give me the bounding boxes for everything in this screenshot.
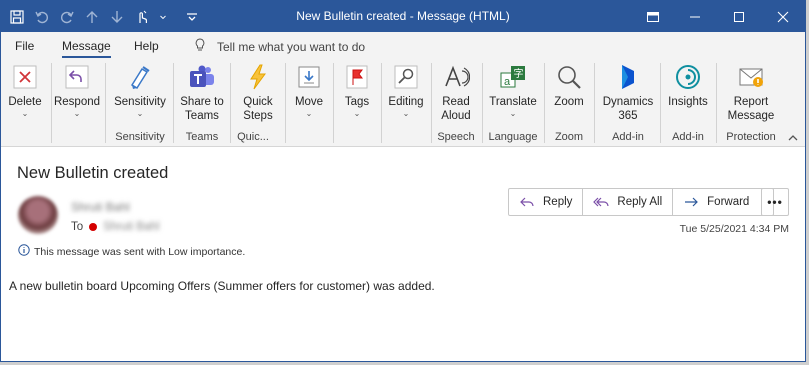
move-button[interactable]: Move ⌄ (291, 61, 327, 127)
chevron-down-icon: ⌄ (353, 109, 361, 118)
maximize-icon[interactable] (717, 1, 761, 32)
ribbon-separator (381, 63, 382, 143)
report-message-button[interactable]: Report Message (721, 61, 781, 127)
chevron-down-icon: ⌄ (305, 109, 313, 118)
find-icon (390, 61, 422, 93)
group-label-zoom: Zoom (554, 131, 584, 143)
tab-message[interactable]: Message (62, 39, 111, 58)
forward-icon (685, 197, 699, 207)
importance-notice: This message was sent with Low importanc… (18, 244, 245, 259)
svg-text:a: a (504, 76, 511, 88)
avatar[interactable] (18, 196, 58, 234)
chevron-down-icon: ⌄ (402, 109, 410, 118)
group-label-add-in-2: Add-in (672, 131, 704, 143)
translate-icon: a字 (497, 61, 529, 93)
ribbon-separator (285, 63, 286, 143)
quick-steps-button[interactable]: Quick Steps (235, 61, 281, 127)
message-body: A new bulletin board Upcoming Offers (Su… (9, 279, 435, 293)
delete-button[interactable]: Delete ⌄ (5, 61, 45, 127)
sensitivity-pen-icon (124, 61, 156, 93)
ribbon-separator (431, 63, 432, 143)
editing-button[interactable]: Editing ⌄ (386, 61, 426, 127)
more-actions-button[interactable]: ••• (761, 188, 789, 216)
chevron-down-icon: ⌄ (73, 109, 81, 118)
ribbon-separator (105, 63, 106, 143)
group-label-language: Language (488, 131, 538, 143)
dynamics-365-button[interactable]: Dynamics 365 (599, 61, 657, 127)
ribbon-separator (333, 63, 334, 143)
ribbon-separator (660, 63, 661, 143)
collapse-ribbon-icon[interactable] (787, 133, 799, 143)
minimize-icon[interactable] (673, 1, 717, 32)
message-subject: New Bulletin created (17, 164, 169, 182)
ribbon-separator (482, 63, 483, 143)
info-icon (18, 244, 30, 259)
group-label-sensitivity: Sensitivity (115, 131, 165, 143)
title-bar: New Bulletin created - Message (HTML) (1, 1, 805, 32)
recipient-row: To Shruti Bahl (71, 221, 159, 233)
lightning-icon (242, 61, 274, 93)
zoom-icon (553, 61, 585, 93)
ribbon-separator (594, 63, 595, 143)
zoom-button[interactable]: Zoom (549, 61, 589, 127)
group-label-teams: Teams (185, 131, 219, 143)
tell-me-search[interactable]: Tell me what you want to do (193, 38, 365, 55)
share-to-teams-button[interactable]: Share to Teams (177, 61, 227, 127)
chevron-down-icon: ⌄ (509, 109, 517, 118)
reply-all-icon (593, 197, 610, 207)
tab-help[interactable]: Help (134, 39, 159, 53)
read-aloud-button[interactable]: Read Aloud (435, 61, 477, 127)
tab-file[interactable]: File (15, 39, 34, 53)
ribbon-tabs: File Message Help Tell me what you want … (1, 32, 805, 59)
move-folder-icon (293, 61, 325, 93)
to-label: To (71, 221, 84, 233)
reply-icon (61, 61, 93, 93)
translate-button[interactable]: a字 Translate ⌄ (487, 61, 539, 127)
teams-icon (186, 61, 218, 93)
chevron-down-icon: ⌄ (21, 109, 29, 118)
group-label-add-in: Add-in (612, 131, 644, 143)
outlook-message-window: New Bulletin created - Message (HTML) Fi… (0, 0, 806, 362)
ribbon-display-options-icon[interactable] (633, 1, 673, 32)
group-label-quick-steps: Quic... (237, 131, 269, 143)
reply-all-button[interactable]: Reply All (583, 189, 674, 215)
delete-icon (9, 61, 41, 93)
reply-button[interactable]: Reply (509, 189, 584, 215)
close-icon[interactable] (761, 1, 805, 32)
lightbulb-icon (193, 38, 207, 55)
presence-indicator (89, 223, 98, 231)
respond-button[interactable]: Respond ⌄ (54, 61, 100, 127)
forward-button[interactable]: Forward (673, 189, 773, 215)
group-label-protection: Protection (726, 131, 776, 143)
ribbon-separator (51, 63, 52, 143)
recipient-name[interactable]: Shruti Bahl (103, 221, 159, 233)
chevron-down-icon: ⌄ (136, 109, 144, 118)
reading-pane: New Bulletin created Shruti Bahl To Shru… (1, 148, 805, 361)
sensitivity-button[interactable]: Sensitivity ⌄ (111, 61, 169, 127)
ribbon: Delete ⌄ Respond ⌄ Sensitivity ⌄ Sensiti… (1, 59, 805, 147)
tell-me-text: Tell me what you want to do (217, 39, 366, 54)
group-label-speech: Speech (437, 131, 475, 143)
insights-icon (672, 61, 704, 93)
ribbon-separator (230, 63, 231, 143)
ribbon-separator (716, 63, 717, 143)
read-aloud-icon (440, 61, 472, 93)
ribbon-separator (544, 63, 545, 143)
flag-icon (341, 61, 373, 93)
sent-datetime: Tue 5/25/2021 4:34 PM (679, 223, 789, 235)
svg-text:字: 字 (514, 67, 524, 80)
insights-button[interactable]: Insights (665, 61, 711, 127)
reply-icon (520, 197, 534, 207)
dynamics-365-icon (612, 61, 644, 93)
report-message-icon (735, 61, 767, 93)
message-actions: Reply Reply All Forward (508, 188, 775, 216)
ribbon-separator (173, 63, 174, 143)
window-controls (633, 1, 805, 32)
tags-button[interactable]: Tags ⌄ (339, 61, 375, 127)
sender-name[interactable]: Shruti Bahl (71, 200, 130, 214)
